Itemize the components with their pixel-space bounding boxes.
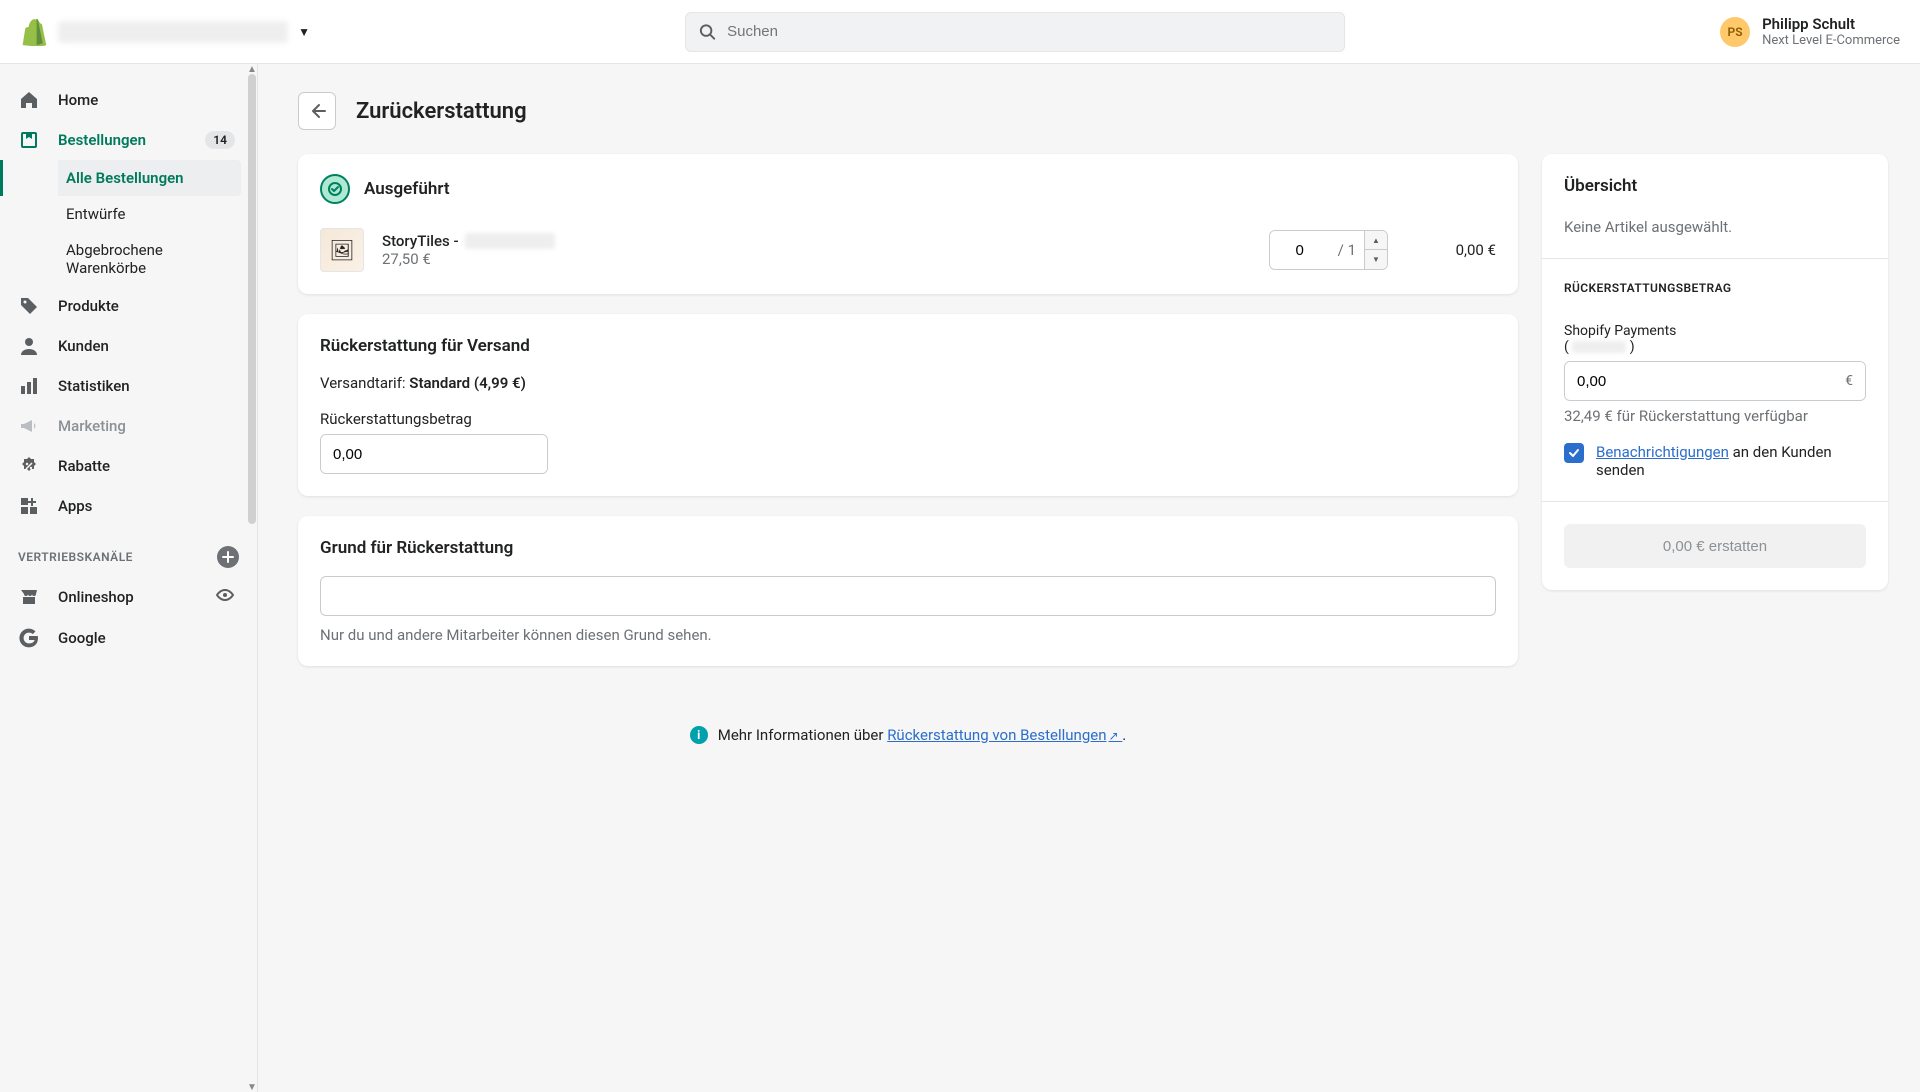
apps-icon xyxy=(18,495,40,517)
qty-decrement-button[interactable]: ▼ xyxy=(1365,250,1387,269)
nav-label: Marketing xyxy=(58,417,126,435)
store-icon xyxy=(18,586,40,608)
refund-amount-label: RÜCKERSTATTUNGSBETRAG xyxy=(1564,281,1866,295)
page-title: Zurückerstattung xyxy=(356,99,527,124)
nav-label: Produkte xyxy=(58,297,119,315)
tag-icon xyxy=(18,295,40,317)
subnav-drafts[interactable]: Entwürfe xyxy=(58,196,241,232)
shipping-amount-field: € xyxy=(320,434,548,474)
shipping-amount-input[interactable] xyxy=(321,435,544,473)
payment-gateway: Shopify Payments ( ) xyxy=(1564,323,1866,355)
shipping-section-title: Rückerstattung für Versand xyxy=(320,336,1496,356)
notifications-link[interactable]: Benachrichtigungen xyxy=(1596,443,1729,461)
sidebar: ▲ Home Bestellungen 14 Alle Bestellungen… xyxy=(0,64,258,1092)
scroll-down-icon[interactable]: ▼ xyxy=(247,1082,257,1092)
channel-google[interactable]: Google xyxy=(0,618,257,658)
product-name: StoryTiles - xyxy=(382,232,1251,250)
summary-empty-text: Keine Artikel ausgewählt. xyxy=(1564,218,1866,236)
line-item: 🖼 StoryTiles - 27,50 € / 1 xyxy=(298,218,1518,294)
currency-suffix: € xyxy=(544,435,548,473)
nav-label: Google xyxy=(58,629,106,647)
fulfilled-card: Ausgeführt 🖼 StoryTiles - 27,50 € xyxy=(298,154,1518,294)
search-icon xyxy=(698,22,717,42)
refund-quantity-max: / 1 xyxy=(1330,231,1364,269)
nav-products[interactable]: Produkte xyxy=(0,286,257,326)
global-search[interactable] xyxy=(685,12,1345,52)
refund-quantity: / 1 ▲ ▼ xyxy=(1269,230,1388,270)
summary-title: Übersicht xyxy=(1564,176,1866,196)
nav-apps[interactable]: Apps xyxy=(0,486,257,526)
refund-amount-input[interactable] xyxy=(1565,362,1833,400)
nav-orders[interactable]: Bestellungen 14 xyxy=(0,120,257,160)
nav-home[interactable]: Home xyxy=(0,80,257,120)
fulfilled-status-icon xyxy=(320,174,350,204)
main-content: Zurückerstattung Ausgeführt 🖼 xyxy=(258,64,1920,1092)
search-input[interactable] xyxy=(727,23,1332,40)
channel-onlinestore[interactable]: Onlineshop xyxy=(0,576,257,618)
orders-badge: 14 xyxy=(205,131,235,149)
refund-submit-button[interactable]: 0,00 € erstatten xyxy=(1564,524,1866,568)
analytics-icon xyxy=(18,375,40,397)
person-icon xyxy=(18,335,40,357)
currency-suffix: € xyxy=(1833,362,1865,400)
info-icon: i xyxy=(690,726,708,744)
user-company: Next Level E-Commerce xyxy=(1762,33,1900,49)
store-name-redacted xyxy=(58,21,288,43)
discount-icon xyxy=(18,455,40,477)
learn-more-link[interactable]: Rückerstattung von Bestellungen↗ xyxy=(887,726,1122,744)
learn-more-row: i Mehr Informationen über Rückerstattung… xyxy=(298,686,1518,764)
add-channel-button[interactable] xyxy=(217,546,239,568)
fulfilled-status-label: Ausgeführt xyxy=(364,179,450,199)
notify-customer-label: Benachrichtigungen an den Kunden senden xyxy=(1596,443,1866,479)
refund-amount-field: € xyxy=(1564,361,1866,401)
notify-customer-checkbox[interactable] xyxy=(1564,443,1584,463)
google-icon xyxy=(18,627,40,649)
back-button[interactable] xyxy=(298,92,336,130)
arrow-left-icon xyxy=(307,101,327,121)
scroll-up-icon[interactable]: ▲ xyxy=(247,64,257,74)
available-refund-text: 32,49 € für Rückerstattung verfügbar xyxy=(1564,407,1866,425)
chevron-down-icon: ▼ xyxy=(298,25,310,39)
product-thumbnail: 🖼 xyxy=(320,228,364,272)
home-icon xyxy=(18,89,40,111)
shipping-refund-card: Rückerstattung für Versand Versandtarif:… xyxy=(298,314,1518,496)
shipping-rate-info: Versandtarif: Standard (4,99 €) xyxy=(320,374,1496,392)
nav-label: Home xyxy=(58,91,98,109)
megaphone-icon xyxy=(18,415,40,437)
orders-icon xyxy=(18,129,40,151)
external-link-icon: ↗ xyxy=(1109,729,1119,743)
shopify-logo-icon xyxy=(20,18,48,46)
nav-label: Bestellungen xyxy=(58,131,146,149)
nav-marketing[interactable]: Marketing xyxy=(0,406,257,446)
channels-header: VERTRIEBSKANÄLE xyxy=(0,526,257,576)
product-name-redacted xyxy=(465,233,555,249)
store-switcher[interactable]: ▼ xyxy=(20,18,310,46)
user-name: Philipp Schult xyxy=(1762,15,1900,33)
refund-quantity-input[interactable] xyxy=(1270,231,1330,269)
eye-icon[interactable] xyxy=(215,585,235,609)
nav-label: Kunden xyxy=(58,337,109,355)
refund-reason-card: Grund für Rückerstattung Nur du und ande… xyxy=(298,516,1518,666)
nav-analytics[interactable]: Statistiken xyxy=(0,366,257,406)
nav-label: Apps xyxy=(58,497,92,515)
nav-customers[interactable]: Kunden xyxy=(0,326,257,366)
nav-label: Onlineshop xyxy=(58,588,134,606)
product-unit-price: 27,50 € xyxy=(382,250,1251,268)
nav-discounts[interactable]: Rabatte xyxy=(0,446,257,486)
qty-increment-button[interactable]: ▲ xyxy=(1365,231,1387,250)
summary-card: Übersicht Keine Artikel ausgewählt. RÜCK… xyxy=(1542,154,1888,590)
nav-label: Rabatte xyxy=(58,457,110,475)
avatar: PS xyxy=(1720,17,1750,47)
subnav-all-orders[interactable]: Alle Bestellungen xyxy=(58,160,241,196)
refund-reason-input[interactable] xyxy=(320,576,1496,616)
shipping-amount-label: Rückerstattungsbetrag xyxy=(320,410,1496,428)
topbar: ▼ PS Philipp Schult Next Level E-Commerc… xyxy=(0,0,1920,64)
line-item-total: 0,00 € xyxy=(1406,241,1496,259)
reason-section-title: Grund für Rückerstattung xyxy=(320,538,1496,558)
nav-label: Statistiken xyxy=(58,377,130,395)
subnav-abandoned[interactable]: Abgebrochene Warenkörbe xyxy=(58,232,241,286)
gateway-detail-redacted xyxy=(1572,341,1626,353)
reason-helper-text: Nur du und andere Mitarbeiter können die… xyxy=(320,626,1496,644)
user-menu[interactable]: PS Philipp Schult Next Level E-Commerce xyxy=(1720,15,1900,49)
